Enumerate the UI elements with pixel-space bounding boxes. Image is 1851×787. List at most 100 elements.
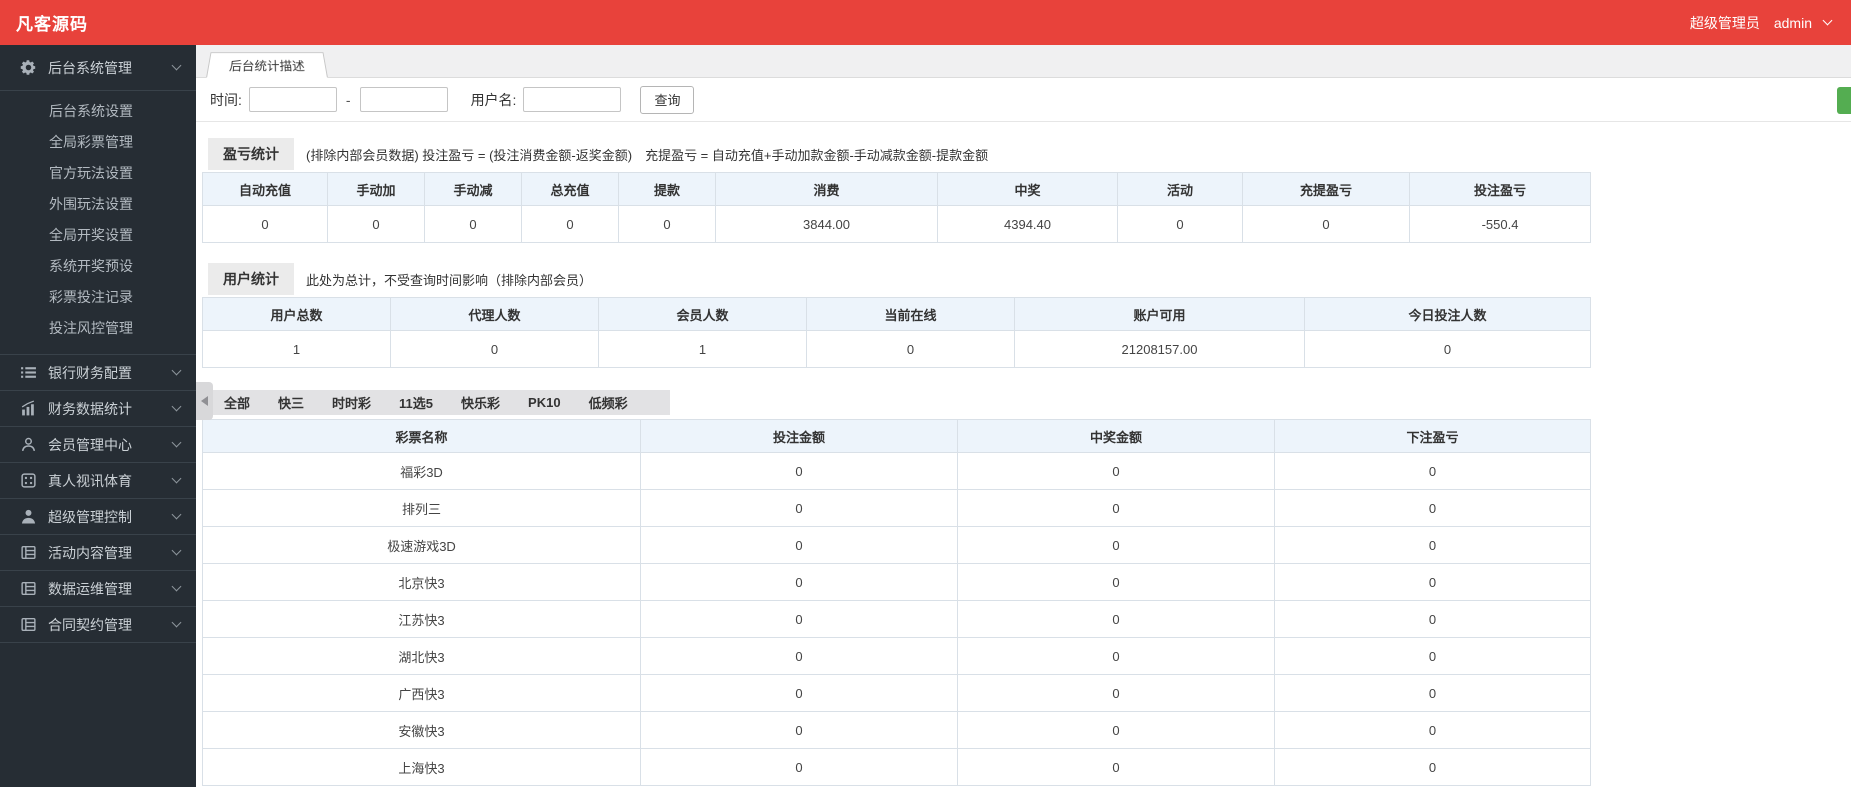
table-cell: 湖北快3 — [202, 637, 641, 675]
table-row: 排列三 0 0 0 — [202, 489, 1591, 527]
sidebar-item[interactable]: 后台系统管理 — [0, 45, 196, 91]
table-cell: 0 — [1274, 674, 1591, 712]
table-cell: 0 — [640, 563, 958, 601]
sidebar-subitem[interactable]: 系统开奖预设 — [0, 251, 196, 282]
table-header-row: 彩票名称 投注金额 中奖金额 下注盈亏 — [202, 419, 1591, 453]
table-cell: 北京快3 — [202, 563, 641, 601]
table-cell: 21208157.00 — [1014, 330, 1305, 368]
gear-icon — [20, 59, 37, 76]
table-cell: 0 — [640, 711, 958, 749]
username-field-label: 用户名: — [470, 91, 517, 108]
table-cell: 0 — [618, 205, 716, 243]
table-cell: 安徽快3 — [202, 711, 641, 749]
arrow-left-icon — [201, 396, 208, 406]
lottery-tabs: 全部 快三 时时彩 11选5 快乐彩 PK10 低频彩 — [202, 390, 670, 415]
profit-badge: 盈亏统计 — [208, 138, 294, 170]
table-cell: 0 — [957, 674, 1275, 712]
top-header: 凡客源码 超级管理员 admin — [0, 0, 1851, 45]
chevron-down-icon — [171, 401, 182, 412]
table-cell: 江苏快3 — [202, 600, 641, 638]
sidebar-item[interactable]: 数据运维管理 — [0, 571, 196, 607]
table-cell: 0 — [1274, 748, 1591, 786]
table-cell: 0 — [1274, 563, 1591, 601]
column-header: 今日投注人数 — [1304, 297, 1591, 331]
column-header: 手动加 — [327, 172, 425, 206]
lottery-tab[interactable]: 快三 — [264, 393, 318, 412]
sidebar-subitem[interactable]: 投注风控管理 — [0, 313, 196, 344]
time-start-input[interactable] — [248, 87, 337, 112]
sidebar-item[interactable]: 银行财务配置 — [0, 355, 196, 391]
profit-description: (排除内部会员数据) 投注盈亏 = (投注消费金额-返奖金额) 充提盈亏 = 自… — [306, 147, 989, 163]
user-menu[interactable]: 超级管理员 admin — [1689, 13, 1833, 33]
sidebar-item[interactable]: 活动内容管理 — [0, 535, 196, 571]
sidebar-item-label: 银行财务配置 — [48, 364, 132, 381]
page-tabstrip: 后台统计描述 — [196, 45, 1851, 78]
sidebar-item-label: 会员管理中心 — [48, 436, 132, 453]
column-header: 当前在线 — [806, 297, 1015, 331]
sidebar-menu: 后台系统管理 后台系统设置 全局彩票管理 官方玩法设置 外围玩法设置 全局开奖设置 系统开奖… — [0, 45, 196, 643]
user-table: 用户总数 代理人数 会员人数 当前在线 账户可用 今日投注人数 1 0 1 0 21208157.0… — [202, 297, 1591, 368]
user-section-head: 用户统计 此处为总计，不受查询时间影响（排除内部会员） — [208, 263, 1851, 295]
chart-icon — [20, 400, 37, 417]
user-role-label: 超级管理员 — [1689, 14, 1760, 31]
column-header: 用户总数 — [202, 297, 391, 331]
table-cell: 0 — [1274, 526, 1591, 564]
profit-section-head: 盈亏统计 (排除内部会员数据) 投注盈亏 = (投注消费金额-返奖金额) 充提盈… — [208, 138, 1851, 170]
column-header: 会员人数 — [598, 297, 807, 331]
table-header-row: 用户总数 代理人数 会员人数 当前在线 账户可用 今日投注人数 — [202, 297, 1591, 331]
table-cell: 0 — [957, 563, 1275, 601]
table-cell: 0 — [1274, 489, 1591, 527]
collapse-sidebar-handle[interactable] — [196, 382, 213, 420]
chevron-down-icon — [171, 365, 182, 376]
table-cell: 排列三 — [202, 489, 641, 527]
sidebar-item[interactable]: 财务数据统计 — [0, 391, 196, 427]
sidebar-subitem[interactable]: 后台系统设置 — [0, 96, 196, 127]
lottery-tab[interactable]: 全部 — [210, 393, 264, 412]
username-input[interactable] — [523, 87, 622, 112]
chevron-down-icon — [1822, 15, 1833, 26]
tab-backend-statistics[interactable]: 后台统计描述 — [206, 52, 328, 78]
chevron-down-icon — [171, 473, 182, 484]
search-toolbar: 时间: - 用户名: 查询 — [196, 78, 1851, 122]
profit-table: 自动充值 手动加 手动减 总充值 提款 消费 中奖 活动 充提盈亏 投注盈亏 0 0 0 0 0 3844.0… — [202, 172, 1591, 243]
column-header: 代理人数 — [390, 297, 599, 331]
lottery-table: 彩票名称 投注金额 中奖金额 下注盈亏 福彩3D 0 0 0 排列三 0 0 0 极速游戏3D 0 0 0 北京… — [202, 419, 1591, 786]
lottery-tab[interactable]: 快乐彩 — [447, 393, 514, 412]
time-end-input[interactable] — [359, 87, 448, 112]
query-button[interactable]: 查询 — [640, 85, 695, 114]
chevron-down-icon — [171, 617, 182, 628]
sidebar-subitem[interactable]: 全局彩票管理 — [0, 127, 196, 158]
lottery-tab[interactable]: 低频彩 — [575, 393, 642, 412]
sidebar-subitem[interactable]: 外围玩法设置 — [0, 189, 196, 220]
sidebar-subitem[interactable]: 彩票投注记录 — [0, 282, 196, 313]
lottery-tab[interactable]: PK10 — [514, 395, 575, 410]
user-description: 此处为总计，不受查询时间影响（排除内部会员） — [306, 272, 593, 288]
user-icon — [20, 508, 37, 525]
lottery-tab[interactable]: 11选5 — [385, 393, 447, 412]
table-cell: 0 — [640, 674, 958, 712]
brand-logo: 凡客源码 — [16, 15, 88, 34]
sidebar-item[interactable]: 超级管理控制 — [0, 499, 196, 535]
chevron-down-icon — [171, 60, 182, 71]
column-header: 下注盈亏 — [1274, 419, 1591, 453]
green-action-button[interactable] — [1837, 87, 1851, 114]
lottery-tab[interactable]: 时时彩 — [318, 393, 385, 412]
table-cell: 3844.00 — [715, 205, 938, 243]
sidebar-subitem[interactable]: 官方玩法设置 — [0, 158, 196, 189]
table-cell: 0 — [957, 489, 1275, 527]
table-cell: 4394.40 — [937, 205, 1118, 243]
sidebar-item[interactable]: 合同契约管理 — [0, 607, 196, 643]
sidebar-subitem[interactable]: 全局开奖设置 — [0, 220, 196, 251]
table-row: 福彩3D 0 0 0 — [202, 452, 1591, 490]
chevron-down-icon — [171, 509, 182, 520]
table-row: 0 0 0 0 0 3844.00 4394.40 0 0 -550.4 — [202, 205, 1591, 243]
sidebar-item[interactable]: 真人视讯体育 — [0, 463, 196, 499]
time-separator: - — [345, 91, 351, 108]
table-cell: 0 — [1242, 205, 1410, 243]
table-cell: 0 — [1274, 452, 1591, 490]
sidebar-submenu: 后台系统设置 全局彩票管理 官方玩法设置 外围玩法设置 全局开奖设置 系统开奖预设 彩票投注… — [0, 91, 196, 355]
column-header: 彩票名称 — [202, 419, 641, 453]
sidebar-item-label: 合同契约管理 — [48, 616, 132, 633]
sidebar-item[interactable]: 会员管理中心 — [0, 427, 196, 463]
table-cell: 极速游戏3D — [202, 526, 641, 564]
